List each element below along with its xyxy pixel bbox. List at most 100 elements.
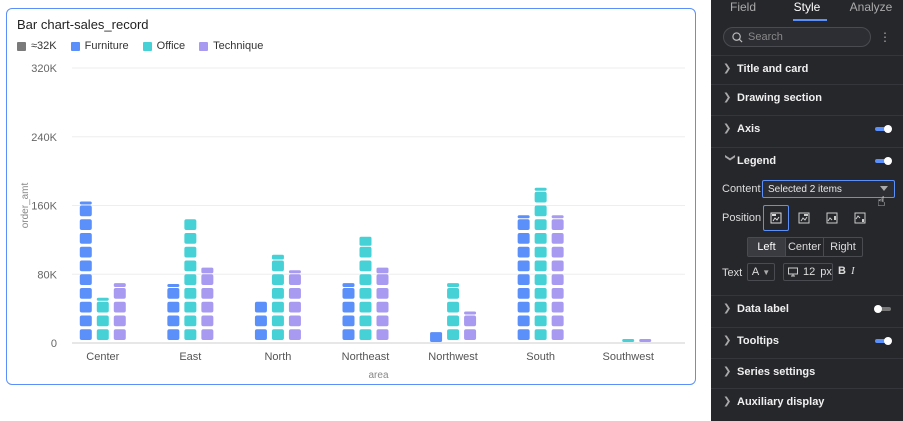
- unit-block: [271, 288, 284, 299]
- position-label: Position: [722, 212, 762, 224]
- section-label: Data label: [737, 302, 789, 315]
- section-label: Legend: [737, 154, 777, 167]
- unit-block: [288, 301, 301, 313]
- search-field[interactable]: [723, 27, 871, 47]
- unit-block: [551, 288, 564, 299]
- unit-block: [551, 274, 564, 285]
- font-size-unit: px: [820, 266, 832, 278]
- tab-field[interactable]: Field: [711, 0, 775, 20]
- tab-analyze[interactable]: Analyze: [839, 0, 903, 20]
- unit-block: [201, 301, 214, 313]
- position-top-left-button[interactable]: [763, 205, 789, 231]
- unit-block: [534, 219, 547, 230]
- section-series-settings[interactable]: ❯ Series settings: [711, 358, 903, 384]
- section-title-card[interactable]: ❯ Title and card: [711, 55, 903, 81]
- app-root: Bar chart-sales_record ≈32K Furniture Offi…: [0, 0, 903, 421]
- align-right-button[interactable]: Right: [824, 238, 862, 256]
- unit-block: [534, 260, 547, 272]
- unit-block-partial: [201, 267, 214, 274]
- unit-block: [113, 315, 126, 327]
- legend-top-left-icon: [770, 212, 782, 224]
- unit-block-partial: [342, 283, 355, 287]
- unit-block: [359, 274, 372, 285]
- unit-block: [517, 288, 530, 299]
- position-bottom-right-button[interactable]: [847, 205, 873, 231]
- unit-block: [517, 329, 530, 340]
- italic-button[interactable]: I: [851, 265, 855, 277]
- unit-block: [79, 219, 92, 230]
- x-tick-label: Northeast: [342, 351, 390, 363]
- legend-align-group: Left Center Right: [747, 237, 863, 257]
- chevron-right-icon: ❯: [723, 92, 732, 103]
- unit-block: [184, 315, 197, 327]
- font-color-picker[interactable]: A ▼: [747, 263, 775, 281]
- search-icon: [732, 31, 743, 43]
- unit-block: [376, 315, 389, 327]
- unit-block-partial: [534, 187, 547, 191]
- unit-block: [184, 233, 197, 244]
- unit-block: [184, 288, 197, 299]
- search-input[interactable]: [748, 31, 858, 43]
- align-center-button[interactable]: Center: [786, 238, 824, 256]
- unit-block: [79, 246, 92, 258]
- bold-button[interactable]: B: [838, 265, 846, 277]
- unit-block: [342, 301, 355, 313]
- unit-block: [517, 274, 530, 285]
- unit-block: [376, 329, 389, 340]
- more-options-icon[interactable]: ⋮: [879, 30, 891, 44]
- position-top-right-button[interactable]: [791, 205, 817, 231]
- data-label-toggle[interactable]: [874, 304, 891, 313]
- tab-style[interactable]: Style: [775, 0, 839, 20]
- chevron-right-icon: ❯: [723, 63, 732, 74]
- unit-block: [517, 315, 530, 327]
- section-legend[interactable]: ❯ Legend: [711, 147, 903, 173]
- section-auxiliary-display[interactable]: ❯ Auxiliary display: [711, 388, 903, 414]
- unit-block: [79, 301, 92, 313]
- axis-toggle[interactable]: [875, 124, 892, 133]
- legend-right-icon: [826, 212, 838, 224]
- unit-block: [288, 329, 301, 340]
- legend-content-select[interactable]: Selected 2 items: [762, 180, 895, 198]
- unit-block: [167, 301, 180, 313]
- unit-block: [517, 219, 530, 230]
- unit-block: [288, 288, 301, 299]
- x-tick-label: South: [526, 351, 555, 363]
- hand-cursor-icon: ☝: [877, 193, 886, 209]
- legend-toggle[interactable]: [875, 156, 892, 165]
- legend-top-right-icon: [798, 212, 810, 224]
- unit-block-partial: [447, 283, 460, 287]
- unit-block-partial: [288, 270, 301, 274]
- tooltips-toggle[interactable]: [875, 336, 892, 345]
- chart-card[interactable]: Bar chart-sales_record ≈32K Furniture Offi…: [6, 8, 696, 385]
- unit-block: [254, 315, 267, 327]
- unit-block: [359, 315, 372, 327]
- align-left-button[interactable]: Left: [748, 238, 786, 256]
- unit-block: [464, 329, 477, 340]
- unit-block: [167, 315, 180, 327]
- section-drawing[interactable]: ❯ Drawing section: [711, 84, 903, 110]
- unit-block: [96, 315, 109, 327]
- content-select-value: Selected 2 items: [768, 183, 842, 195]
- unit-block: [254, 301, 267, 313]
- monitor-icon: [788, 267, 798, 277]
- chevron-right-icon: ❯: [723, 123, 732, 134]
- unit-block: [184, 260, 197, 272]
- unit-block: [184, 219, 197, 230]
- unit-block: [113, 288, 126, 299]
- position-right-button[interactable]: [819, 205, 845, 231]
- unit-block: [79, 233, 92, 244]
- x-axis-label: area: [368, 370, 388, 381]
- section-axis[interactable]: ❯ Axis: [711, 115, 903, 141]
- unit-block: [79, 260, 92, 272]
- font-size-input[interactable]: 12 px: [783, 263, 833, 281]
- unit-block: [534, 205, 547, 217]
- unit-block: [551, 219, 564, 230]
- section-label: Drawing section: [737, 91, 822, 104]
- unit-block: [342, 288, 355, 299]
- unit-block: [201, 274, 214, 285]
- section-data-label[interactable]: ❯ Data label: [711, 295, 903, 321]
- section-tooltips[interactable]: ❯ Tooltips: [711, 327, 903, 353]
- unit-block: [184, 329, 197, 340]
- unit-block: [551, 315, 564, 327]
- unit-block: [96, 301, 109, 313]
